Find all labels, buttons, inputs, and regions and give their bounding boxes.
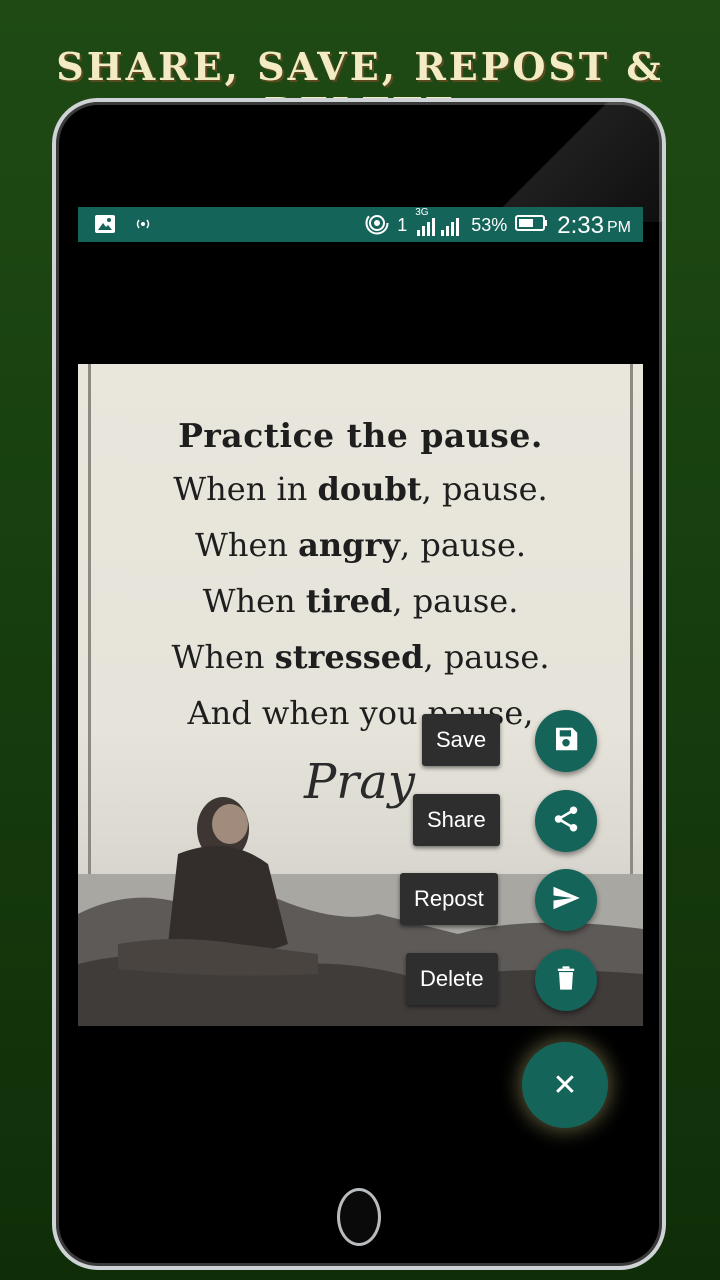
clock-ampm: PM [607, 219, 631, 236]
quote-line-2: When in doubt, pause. [173, 470, 548, 508]
close-icon: ✕ [552, 1068, 578, 1102]
quote-line-3: When angry, pause. [194, 526, 527, 564]
quote-line-1: Practice the pause. [178, 416, 543, 455]
delete-label[interactable]: Delete [406, 953, 498, 1005]
save-icon [551, 724, 581, 759]
image-icon [94, 214, 116, 239]
share-icon [551, 804, 581, 839]
battery-percent: 53% [471, 215, 508, 235]
quote-line-4: When tired, pause. [202, 582, 519, 620]
send-icon [551, 883, 581, 918]
trash-icon [552, 964, 580, 997]
hotspot-icon [134, 217, 152, 236]
phone-glare [462, 102, 662, 222]
quote-text: Practice the pause. When in doubt, pause… [78, 416, 643, 750]
delete-fab-button[interactable] [535, 949, 597, 1011]
wifi-calling-icon [365, 211, 389, 240]
status-bar: 1 3G 53% 2:33 PM [78, 207, 643, 242]
phone-home-button [337, 1188, 381, 1246]
battery-icon [515, 214, 549, 237]
save-label[interactable]: Save [422, 714, 501, 766]
network-sim-label: 1 [397, 215, 408, 235]
clock-time: 2:33 [557, 211, 604, 239]
repost-fab-button[interactable] [535, 869, 597, 931]
share-fab-button[interactable] [535, 790, 597, 852]
network-type-label: 3G [415, 207, 429, 218]
share-label[interactable]: Share [413, 794, 500, 846]
repost-label[interactable]: Repost [400, 873, 498, 925]
close-fab-button[interactable]: ✕ [522, 1042, 608, 1128]
signal-icon: 3G [415, 207, 463, 236]
quote-line-5: When stressed, pause. [171, 638, 550, 676]
save-fab-button[interactable] [535, 710, 597, 772]
